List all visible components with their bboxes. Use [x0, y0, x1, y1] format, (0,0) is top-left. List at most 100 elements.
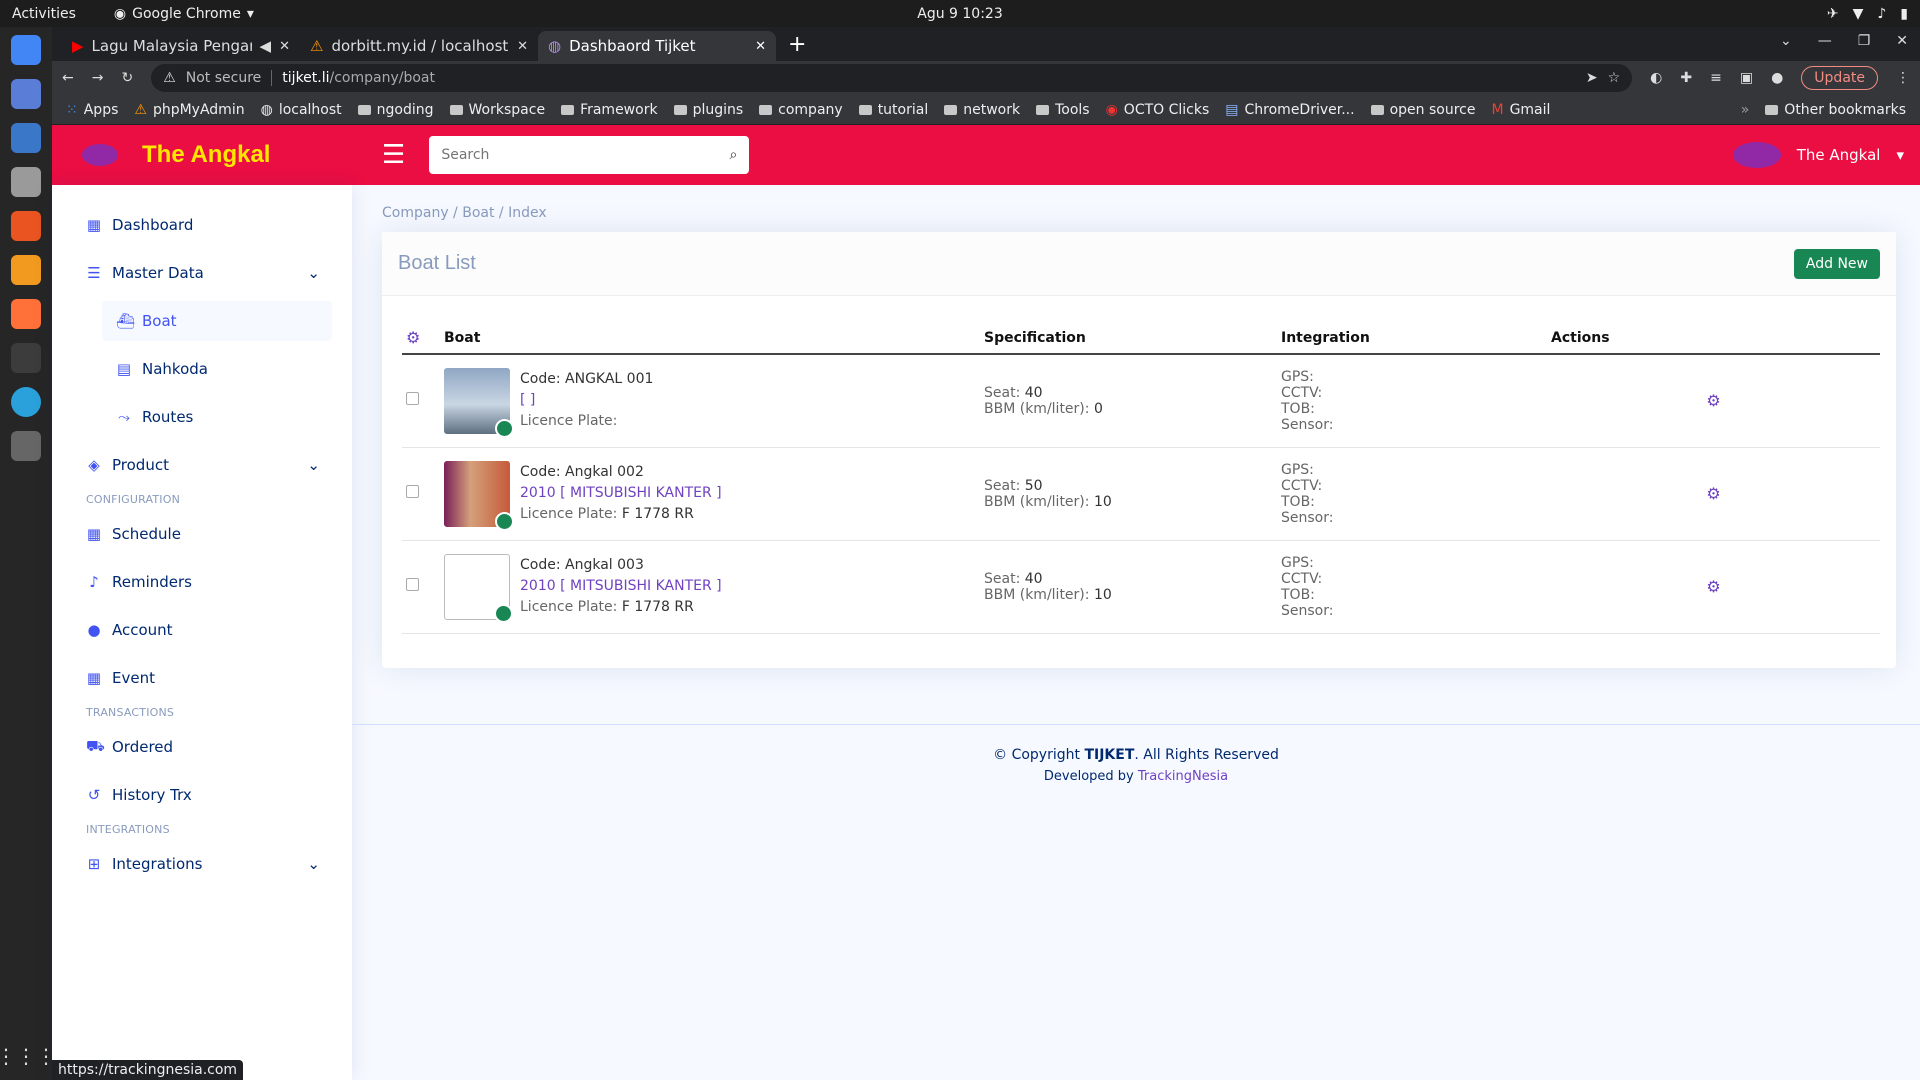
close-window-icon[interactable]: ✕: [1896, 33, 1908, 49]
show-apps-icon[interactable]: ⋮⋮⋮: [0, 1044, 56, 1068]
activities-button[interactable]: Activities: [12, 6, 76, 22]
sidebar-item-product[interactable]: ◈ Product ⌄: [72, 445, 332, 485]
breadcrumb-company[interactable]: Company: [382, 205, 449, 221]
firefox-app-icon[interactable]: [11, 299, 41, 329]
tags-icon: ◈: [88, 456, 100, 474]
seat-value: 50: [1024, 477, 1043, 494]
clock[interactable]: Agu 9 10:23: [0, 6, 1920, 22]
boat-model-link[interactable]: 2010 [ MITSUBISHI KANTER ]: [520, 578, 722, 594]
search-icon[interactable]: ⌕: [729, 147, 737, 163]
sidebar-item-reminders[interactable]: ♪ Reminders: [72, 562, 332, 602]
address-bar[interactable]: ⚠ Not secure tijket.li/company/boat ➤ ☆: [151, 64, 1633, 92]
cogs-icon[interactable]: ⚙: [1706, 391, 1720, 410]
cogs-icon[interactable]: ⚙: [1706, 577, 1720, 596]
bookmark-gmail[interactable]: M Gmail: [1491, 102, 1550, 118]
bookmark-chromedriver[interactable]: ▤ ChromeDriver...: [1225, 102, 1354, 118]
boat-photo-broken[interactable]: [444, 553, 513, 623]
search-input[interactable]: [441, 147, 692, 163]
files-app-icon[interactable]: [11, 167, 41, 197]
puzzle-icon[interactable]: ✚: [1680, 70, 1692, 86]
reading-list-icon[interactable]: ≡: [1710, 70, 1722, 86]
boat-model-link[interactable]: [ ]: [520, 392, 535, 408]
brand-logo[interactable]: The Angkal: [82, 141, 320, 169]
usb-app-icon[interactable]: [11, 431, 41, 461]
apps-grid-icon: ⁙: [66, 101, 78, 118]
close-tab-icon[interactable]: ✕: [279, 39, 290, 54]
bookmark-plugins[interactable]: plugins: [673, 102, 743, 118]
url-host: tijket.li: [282, 70, 330, 86]
sidebar-item-master-data[interactable]: ☰ Master Data ⌄: [72, 253, 332, 293]
bookmark-star-icon[interactable]: ☆: [1608, 70, 1621, 86]
bulk-settings-header[interactable]: ⚙: [402, 322, 440, 355]
actions-cell: ⚙: [1547, 540, 1880, 634]
user-menu[interactable]: The Angkal ▾: [1732, 142, 1904, 168]
boat-model-link[interactable]: 2010 [ MITSUBISHI KANTER ]: [520, 485, 722, 501]
bookmark-framework[interactable]: Framework: [561, 102, 658, 118]
row-checkbox[interactable]: [406, 485, 419, 498]
sidebar-item-nahkoda[interactable]: ▤ Nahkoda: [102, 349, 332, 389]
terminal-app-icon[interactable]: [11, 343, 41, 373]
close-tab-icon[interactable]: ✕: [755, 39, 766, 54]
row-checkbox[interactable]: [406, 392, 419, 406]
cogs-icon[interactable]: ⚙: [1706, 484, 1720, 503]
new-tab-icon[interactable]: +: [788, 32, 806, 57]
developer-link[interactable]: TrackingNesia: [1138, 769, 1228, 784]
boat-photo[interactable]: [444, 367, 514, 438]
bookmark-workspace[interactable]: Workspace: [449, 102, 545, 118]
bookmark-open-source[interactable]: open source: [1370, 102, 1475, 118]
docs-app-icon[interactable]: [11, 79, 41, 109]
update-button[interactable]: Update: [1801, 66, 1878, 90]
bookmark-tools[interactable]: Tools: [1036, 102, 1090, 118]
sidebar-item-ordered[interactable]: ⛟ Ordered: [72, 727, 332, 767]
hamburger-menu-icon[interactable]: ☰: [382, 140, 405, 170]
browser-tab-2[interactable]: ⚠ dorbitt.my.id / localhost / ✕: [300, 31, 538, 61]
sidebar-item-history[interactable]: ↺ History Trx: [72, 775, 332, 815]
status-dot: [495, 511, 514, 531]
browser-tab-3[interactable]: ◍ Dashbaord Tijket ✕: [538, 31, 776, 61]
maximize-icon[interactable]: ❐: [1858, 33, 1871, 49]
bookmark-apps[interactable]: ⁙ Apps: [66, 102, 118, 118]
add-new-button[interactable]: Add New: [1793, 248, 1880, 279]
back-icon[interactable]: ←: [62, 70, 74, 86]
bookmark-tutorial[interactable]: tutorial: [858, 102, 928, 118]
thunderbird-app-icon[interactable]: [11, 123, 41, 153]
sidebar-item-dashboard[interactable]: ▦ Dashboard: [72, 205, 332, 245]
row-checkbox[interactable]: [406, 578, 419, 591]
app-menu[interactable]: ◉ Google Chrome ▾: [114, 6, 254, 22]
app-header: The Angkal ☰ ⌕ The Angkal ▾: [52, 125, 1920, 185]
sidebar-item-integrations[interactable]: ⊞ Integrations ⌄: [72, 844, 332, 884]
minimize-icon[interactable]: —: [1818, 33, 1832, 49]
menu-icon[interactable]: ⋮: [1896, 70, 1910, 86]
close-tab-icon[interactable]: ✕: [517, 39, 528, 54]
send-icon[interactable]: ➤: [1586, 70, 1598, 86]
tab-search-icon[interactable]: ⌄: [1780, 33, 1792, 49]
bookmark-ngoding[interactable]: ngoding: [357, 102, 434, 118]
sidebar-item-boat[interactable]: ⛴ Boat: [102, 301, 332, 341]
bookmark-other[interactable]: » Other bookmarks: [1741, 102, 1906, 118]
sidepanel-icon[interactable]: ▣: [1740, 70, 1753, 86]
sidebar-item-event[interactable]: ▦ Event: [72, 658, 332, 698]
bookmark-company[interactable]: company: [759, 102, 843, 118]
forward-icon[interactable]: →: [92, 70, 104, 86]
reload-icon[interactable]: ↻: [121, 70, 133, 86]
telegram-app-icon[interactable]: [11, 387, 41, 417]
sidebar-item-account[interactable]: ● Account: [72, 610, 332, 650]
system-tray[interactable]: ✈ ▼ ♪ ▮: [1827, 6, 1908, 22]
software-app-icon[interactable]: [11, 211, 41, 241]
bookmark-network[interactable]: network: [944, 102, 1020, 118]
chrome-app-icon[interactable]: [11, 35, 41, 65]
profile-icon[interactable]: ●: [1771, 70, 1783, 86]
bookmark-octo-clicks[interactable]: ◉ OCTO Clicks: [1106, 102, 1210, 118]
sublime-app-icon[interactable]: [11, 255, 41, 285]
sidebar-item-schedule[interactable]: ▦ Schedule: [72, 514, 332, 554]
bookmark-localhost[interactable]: ◍ localhost: [261, 102, 342, 118]
extension-icon[interactable]: ◐: [1650, 70, 1662, 86]
bbm-label: BBM (km/liter):: [984, 586, 1090, 603]
breadcrumb-boat[interactable]: Boat: [462, 205, 494, 221]
boat-photo[interactable]: [444, 460, 514, 531]
sidebar-item-routes[interactable]: ⤳ Routes: [102, 397, 332, 437]
gps-label: GPS:: [1281, 368, 1314, 385]
browser-tab-1[interactable]: ▶ Lagu Malaysia Pengan ◀ ✕: [62, 31, 300, 61]
bookmark-phpmyadmin[interactable]: ⚠ phpMyAdmin: [134, 102, 244, 118]
globe-icon: ◍: [260, 101, 273, 118]
